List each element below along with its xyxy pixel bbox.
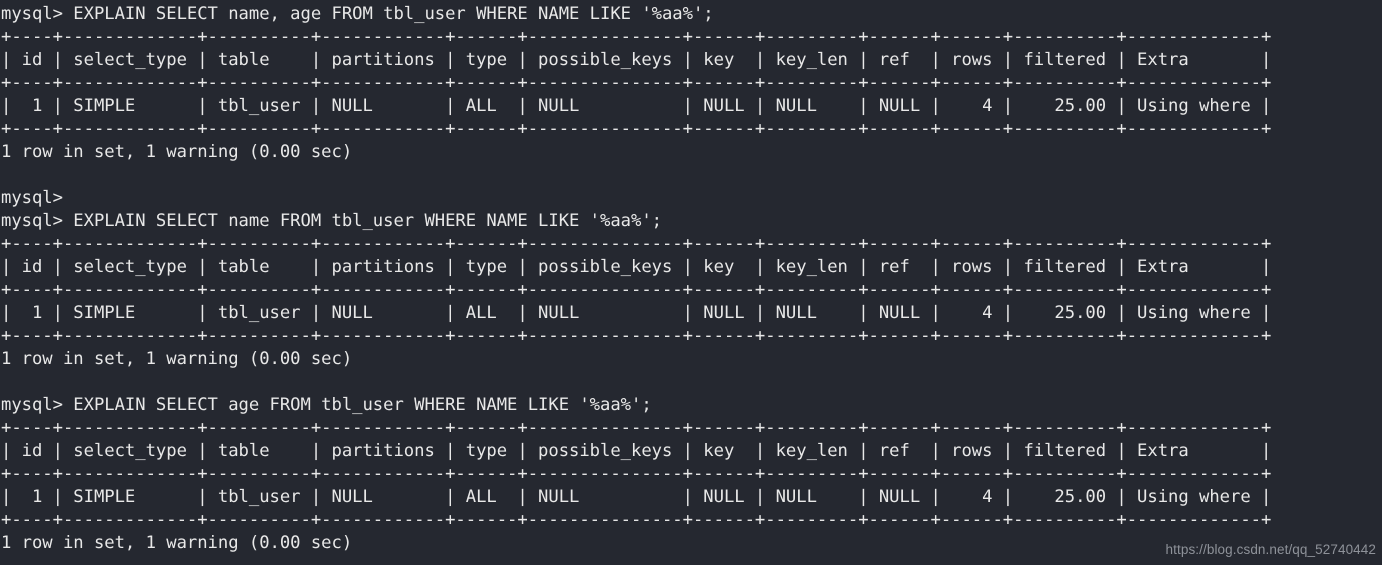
terminal-line: | id | select_type | table | partitions … <box>1 257 1272 277</box>
terminal-line: | 1 | SIMPLE | tbl_user | NULL | ALL | N… <box>1 303 1272 323</box>
terminal-line: +----+-------------+----------+---------… <box>1 418 1272 438</box>
terminal-line: +----+-------------+----------+---------… <box>1 119 1272 139</box>
terminal-line: | 1 | SIMPLE | tbl_user | NULL | ALL | N… <box>1 487 1272 507</box>
terminal-line: mysql> <box>1 188 63 208</box>
terminal-line: mysql> EXPLAIN SELECT name FROM tbl_user… <box>1 211 662 231</box>
terminal-line: +----+-------------+----------+---------… <box>1 234 1272 254</box>
terminal-output[interactable]: mysql> EXPLAIN SELECT name, age FROM tbl… <box>0 0 1382 565</box>
watermark-url: https://blog.csdn.net/qq_52740442 <box>1165 542 1376 557</box>
terminal-line: 1 row in set, 1 warning (0.00 sec) <box>1 142 353 162</box>
terminal-line: +----+-------------+----------+---------… <box>1 464 1272 484</box>
terminal-line: +----+-------------+----------+---------… <box>1 326 1272 346</box>
terminal-line: | id | select_type | table | partitions … <box>1 441 1272 461</box>
terminal-line: mysql> EXPLAIN SELECT name, age FROM tbl… <box>1 4 714 24</box>
terminal-line: +----+-------------+----------+---------… <box>1 510 1272 530</box>
terminal-line: | id | select_type | table | partitions … <box>1 50 1272 70</box>
terminal-line: mysql> EXPLAIN SELECT age FROM tbl_user … <box>1 395 652 415</box>
terminal-line: +----+-------------+----------+---------… <box>1 73 1272 93</box>
terminal-line: | 1 | SIMPLE | tbl_user | NULL | ALL | N… <box>1 96 1272 116</box>
terminal-line: 1 row in set, 1 warning (0.00 sec) <box>1 349 353 369</box>
terminal-line: +----+-------------+----------+---------… <box>1 27 1272 47</box>
terminal-line: +----+-------------+----------+---------… <box>1 280 1272 300</box>
